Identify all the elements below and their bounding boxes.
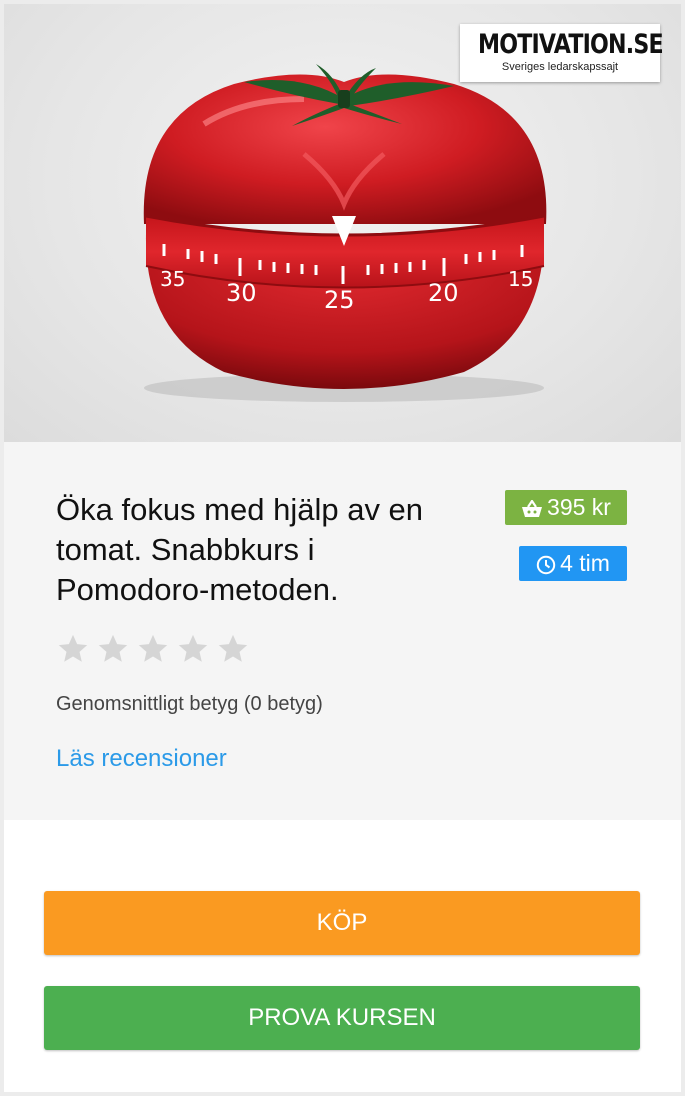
star-rating[interactable] (56, 632, 256, 668)
price-badge: 395 kr (505, 490, 627, 525)
duration-badge: 4 tim (519, 546, 627, 581)
dial-number: 25 (324, 286, 355, 314)
course-title: Öka fokus med hjälp av en tomat. Snabbku… (56, 492, 424, 607)
star-icon[interactable] (216, 632, 250, 666)
star-icon[interactable] (56, 632, 90, 666)
dial-number: 20 (428, 279, 459, 307)
course-card: 35 30 25 20 15 MOTIVATION.SE Sveriges le… (4, 4, 681, 1092)
motivation-logo: MOTIVATION.SE Sveriges ledarskapssajt (460, 24, 664, 82)
logo-subtitle: Sveriges ledarskapssajt (501, 61, 619, 73)
dial-number: 35 (160, 267, 185, 291)
basket-icon (521, 499, 543, 518)
dial-number: 15 (508, 267, 533, 291)
course-info: Öka fokus med hjälp av en tomat. Snabbku… (4, 442, 681, 820)
logo-title: MOTIVATION.SE (478, 29, 664, 60)
star-icon[interactable] (96, 632, 130, 666)
try-course-button[interactable]: PROVA KURSEN (44, 986, 640, 1050)
buy-button[interactable]: KÖP (44, 891, 640, 955)
read-reviews-link[interactable]: Läs recensioner (56, 744, 227, 774)
course-image: 35 30 25 20 15 MOTIVATION.SE Sveriges le… (4, 4, 681, 442)
duration-value: 4 tim (560, 550, 610, 576)
star-icon[interactable] (136, 632, 170, 666)
price-value: 395 kr (547, 494, 611, 520)
dial-number: 30 (226, 279, 257, 307)
clock-icon (536, 555, 556, 575)
star-icon[interactable] (176, 632, 210, 666)
average-rating-text: Genomsnittligt betyg (0 betyg) (56, 693, 323, 715)
